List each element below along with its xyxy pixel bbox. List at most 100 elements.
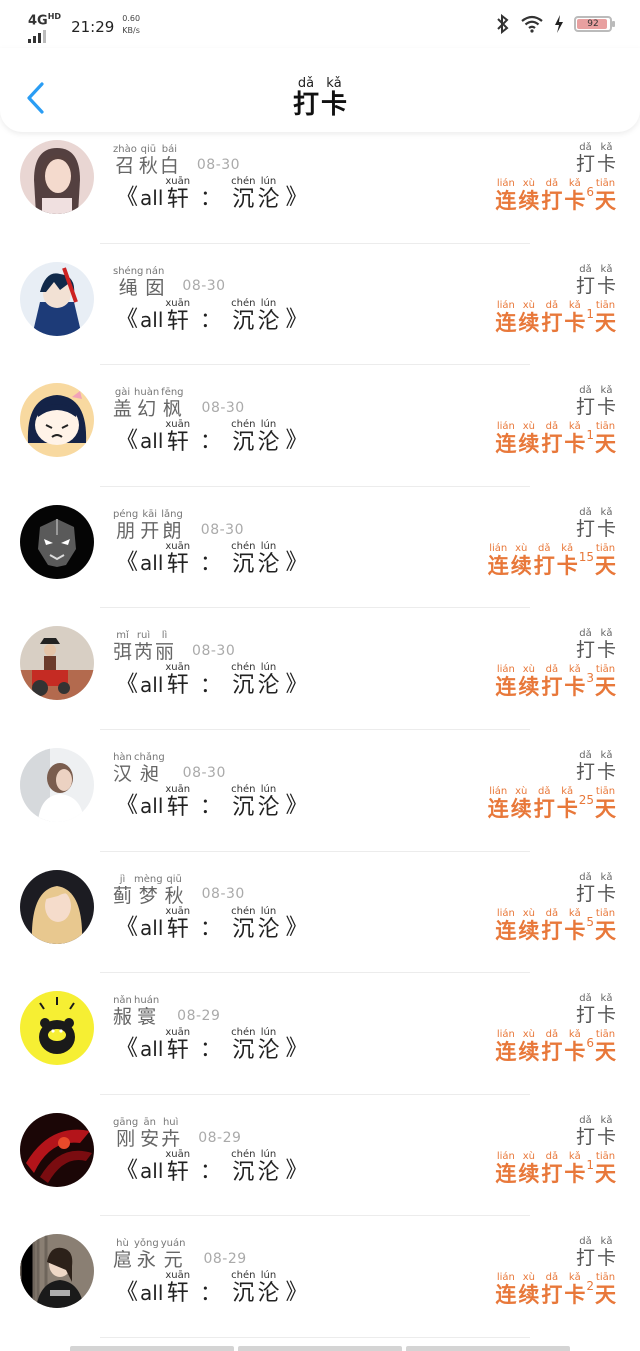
pinyin: xù [522,1150,535,1162]
pinyin: xuān [165,905,191,917]
list-item[interactable]: hàn 汉 chǎng 昶 08-30 《 all xuān 轩： chén 沉 lún 沦》 dǎ 打 kǎ… [0,730,640,852]
streak-days: 3 [586,671,594,686]
checkin-char: dǎ 打 [576,1236,595,1269]
content-colon: ： [200,1037,222,1062]
user-name[interactable]: nǎn 赧 huán 寰 [113,995,159,1028]
avatar[interactable] [20,869,94,944]
checkin-char: kǎ 卡 [597,1115,616,1148]
content-char: xuān 轩 [165,662,190,698]
checkin-char: dǎ 打 [576,507,595,540]
user-line: jì 蓟 mèng 梦 qiū 秋 08-30 [113,874,245,907]
user-name[interactable]: mǐ 弭 ruì 芮 lì 丽 [113,630,174,663]
list-item[interactable]: shéng 绳 nán 囡 08-30 《 all xuān 轩： chén 沉 lún 沦》 dǎ 打 kǎ… [0,244,640,366]
avatar-image [20,747,94,822]
avatar[interactable] [20,1112,94,1187]
hanzi: 沦 [257,673,280,699]
streak-char: dǎ 打 [541,421,562,456]
hanzi: 连 [495,189,517,213]
pinyin: chén [231,905,256,917]
content-char: xuān 轩 [165,541,190,577]
avatar[interactable] [20,747,94,822]
content-char: xuān 轩 [165,419,190,455]
list-item[interactable]: jì 蓟 mèng 梦 qiū 秋 08-30 《 all xuān 轩： chén 沉 lún 沦》 dǎ 打… [0,852,640,974]
pinyin: chén [231,540,256,552]
user-name[interactable]: gāng 刚 ān 安 huì 卉 [113,1117,180,1150]
hanzi: 沦 [257,187,280,212]
user-name[interactable]: péng 朋 kāi 开 lǎng 朗 [113,509,183,542]
user-name[interactable]: hù 扈 yǒng 永 yuán 元 [113,1238,185,1271]
avatar[interactable] [20,261,94,336]
avatar[interactable] [20,1234,94,1309]
streak-badge: lián 连 xù 续 dǎ 打 kǎ 卡 6 tiān 天 [495,1029,616,1064]
user-name[interactable]: zhào 召 qiū 秋 bái 白 [113,144,179,177]
avatar[interactable] [20,991,94,1066]
hanzi: 沦 [257,1038,280,1064]
quote-close: 》 [285,793,308,819]
user-line: shéng 绳 nán 囡 08-30 [113,266,226,299]
checkin-char: kǎ 卡 [597,507,616,540]
hanzi: 天 [595,1161,616,1186]
network-hd: HD [47,12,62,21]
avatar[interactable] [20,383,94,458]
hanzi: 连 [495,1283,517,1308]
user-name[interactable]: jì 蓟 mèng 梦 qiū 秋 [113,874,184,907]
hanzi: 卡 [596,760,616,783]
streak-char: xù 续 [518,1029,539,1064]
hanzi: 连 [487,553,509,578]
checkin-content: 《 all xuān 轩： chén 沉 lún 沦》 [116,1149,307,1185]
avatar-image [20,383,94,458]
content-colon: ： [200,550,222,575]
name-char: péng 朋 [113,509,138,542]
pinyin: kǎ [600,1114,613,1126]
streak-char: lián 连 [488,786,509,821]
list-item[interactable]: gāng 刚 ān 安 huì 卉 08-29 《 all xuān 轩： chén 沉 lún 沦》 dǎ 打… [0,1095,640,1217]
list-item[interactable]: gài 盖 huàn 幻 fēng 枫 08-30 《 all xuān 轩 ： chén 沉 lún 沦》 d… [0,365,640,487]
list-item[interactable]: péng 朋 kāi 开 lǎng 朗 08-30 《 all xuān 轩： chén 沉 lún 沦》 d… [0,487,640,609]
bluetooth-icon [497,14,509,34]
user-name[interactable]: shéng 绳 nán 囡 [113,266,164,299]
avatar[interactable] [20,140,94,214]
avatar[interactable] [20,626,94,701]
streak-char: xù 续 [518,1272,539,1307]
list-item[interactable]: nǎn 赧 huán 寰 08-29 《 all xuān 轩： chén 沉 lún 沦》 dǎ 打 kǎ 卡… [0,973,640,1095]
name-char: huì 卉 [161,1117,180,1150]
hanzi: 蓟 [113,884,133,907]
content-char: lún 沦 [257,784,279,820]
list-item[interactable]: hù 扈 yǒng 永 yuán 元 08-29 《 all xuān 轩 ： chén 沉 lún 沦》 dǎ… [0,1216,640,1338]
hanzi: 昶 [139,762,159,785]
content-colon: ： [200,672,222,697]
hanzi: 永 [136,1249,156,1272]
checkin-content: 《 all xuān 轩： chén 沉 lún 沦》 [116,419,307,455]
hanzi: 轩 [166,187,189,212]
checkin-date: 08-30 [196,156,241,173]
checkin-date: 08-30 [201,400,245,417]
content-colon: ： [200,915,222,940]
pinyin: ān [143,1116,156,1128]
streak-char: lián 连 [488,543,509,578]
checkin-char: dǎ 打 [576,1115,595,1148]
user-name[interactable]: hàn 汉 chǎng 昶 [113,752,165,785]
streak-days: 6 [586,1036,594,1051]
pinyin: dǎ [537,542,551,554]
hanzi: 卡 [564,1161,586,1186]
streak-badge: lián 连 xù 续 dǎ 打 kǎ 卡 5 tiān 天 [495,908,616,943]
name-char: nán 囡 [145,266,164,299]
list-item[interactable]: zhào 召 qiū 秋 bái 白 08-30 《 all xuān 轩 ： chén 沉 lún 沦》 dǎ… [0,122,640,244]
checkin-content: 《 all xuān 轩： chén 沉 lún 沦》 [116,906,307,942]
hanzi: 卡 [596,1004,616,1027]
pinyin: huì [162,1116,179,1128]
list-item[interactable]: mǐ 弭 ruì 芮 lì 丽 08-30 《 all xuān 轩： chén 沉 lún 沦》 dǎ 打 kǎ… [0,608,640,730]
pinyin: lián [489,542,508,554]
avatar[interactable] [20,504,94,579]
user-name[interactable]: gài 盖 huàn 幻 fēng 枫 [113,387,184,420]
name-char: yǒng 永 [134,1238,159,1271]
streak-char: xù 续 [518,178,539,213]
hanzi: 朋 [116,519,136,542]
content-latin: all [140,794,164,819]
streak-char: kǎ 卡 [564,908,585,943]
content-latin: all [140,1158,164,1183]
streak-char: kǎ 卡 [564,421,585,456]
name-char: fēng 枫 [161,387,183,420]
hanzi: 卡 [556,796,578,821]
streak-char: dǎ 打 [541,664,562,699]
